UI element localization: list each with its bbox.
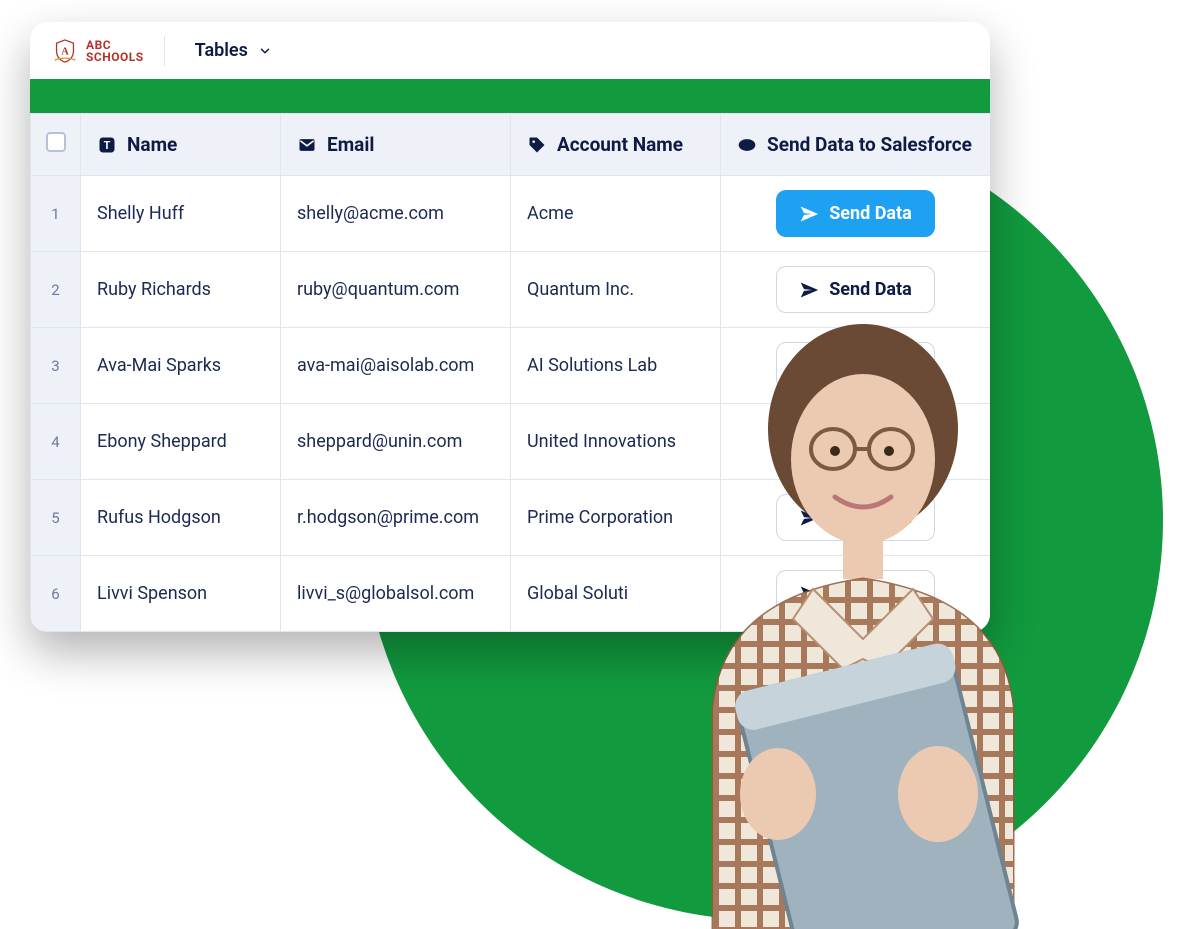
cell-email: r.hodgson@prime.com (281, 480, 511, 556)
cell-name: Ava-Mai Sparks (81, 328, 281, 404)
chevron-down-icon (258, 44, 272, 58)
cell-email: livvi_s@globalsol.com (281, 556, 511, 632)
row-number: 5 (31, 480, 81, 556)
select-all-header[interactable] (31, 114, 81, 176)
send-data-button[interactable]: Send Data (776, 342, 935, 389)
cell-account: Acme (511, 176, 721, 252)
cell-account: United Innovations (511, 404, 721, 480)
send-icon (799, 508, 819, 528)
cell-name: Ruby Richards (81, 252, 281, 328)
send-icon (799, 584, 819, 604)
data-table: T Name Email (30, 113, 990, 632)
email-icon (297, 135, 317, 155)
titlebar: A ABC SCHOOLS Tables (30, 22, 990, 79)
send-data-button[interactable]: Send Data (776, 570, 935, 617)
table-row[interactable]: 2Ruby Richardsruby@quantum.comQuantum In… (31, 252, 991, 328)
send-data-label: Send Data (829, 583, 912, 604)
cell-action: Send Data (721, 480, 991, 556)
brand-line2: SCHOOLS (86, 51, 144, 63)
row-number: 6 (31, 556, 81, 632)
send-data-button[interactable]: Send Data (776, 190, 935, 237)
send-data-button[interactable]: Send Data (776, 418, 935, 465)
cell-account: Quantum Inc. (511, 252, 721, 328)
cell-email: ruby@quantum.com (281, 252, 511, 328)
cell-email: shelly@acme.com (281, 176, 511, 252)
cell-email: ava-mai@aisolab.com (281, 328, 511, 404)
accent-strip (30, 79, 990, 113)
cell-name: Livvi Spenson (81, 556, 281, 632)
table-row[interactable]: 1Shelly Huffshelly@acme.comAcme Send Data (31, 176, 991, 252)
table-header-row: T Name Email (31, 114, 991, 176)
cell-name: Shelly Huff (81, 176, 281, 252)
divider (164, 36, 165, 66)
col-name[interactable]: T Name (81, 114, 281, 176)
cell-action: Send Data (721, 252, 991, 328)
svg-text:A: A (61, 46, 69, 57)
cell-action: Send Data (721, 556, 991, 632)
row-number: 1 (31, 176, 81, 252)
col-name-label: Name (127, 133, 177, 156)
send-data-button[interactable]: Send Data (776, 266, 935, 313)
svg-text:T: T (104, 139, 111, 152)
col-email[interactable]: Email (281, 114, 511, 176)
nav-tables[interactable]: Tables (185, 34, 282, 67)
col-email-label: Email (327, 133, 374, 156)
text-field-icon: T (97, 135, 117, 155)
send-icon (799, 432, 819, 452)
tag-icon (527, 135, 547, 155)
row-number: 4 (31, 404, 81, 480)
send-data-button[interactable]: Send Data (776, 494, 935, 541)
brand-logo: A ABC SCHOOLS (52, 38, 144, 64)
send-data-label: Send Data (829, 279, 912, 300)
col-action[interactable]: Send Data to Salesforce (721, 114, 991, 176)
send-icon (799, 280, 819, 300)
cell-name: Rufus Hodgson (81, 480, 281, 556)
cell-email: sheppard@unin.com (281, 404, 511, 480)
select-all-checkbox[interactable] (46, 132, 66, 152)
col-account-label: Account Name (557, 133, 683, 156)
table-row[interactable]: 4Ebony Sheppardsheppard@unin.comUnited I… (31, 404, 991, 480)
send-data-label: Send Data (829, 203, 912, 224)
nav-tables-label: Tables (195, 40, 248, 61)
brand-line1: ABC (86, 39, 144, 51)
cell-action: Send Data (721, 328, 991, 404)
cell-name: Ebony Sheppard (81, 404, 281, 480)
col-action-label: Send Data to Salesforce (767, 133, 972, 156)
table-row[interactable]: 6Livvi Spensonlivvi_s@globalsol.comGloba… (31, 556, 991, 632)
send-icon (799, 356, 819, 376)
cell-account: Global Soluti (511, 556, 721, 632)
row-number: 3 (31, 328, 81, 404)
table-row[interactable]: 5Rufus Hodgsonr.hodgson@prime.comPrime C… (31, 480, 991, 556)
col-account[interactable]: Account Name (511, 114, 721, 176)
send-data-label: Send Data (829, 507, 912, 528)
send-data-label: Send Data (829, 355, 912, 376)
cell-account: AI Solutions Lab (511, 328, 721, 404)
cell-action: Send Data (721, 176, 991, 252)
row-number: 2 (31, 252, 81, 328)
send-icon (799, 204, 819, 224)
cell-action: Send Data (721, 404, 991, 480)
salesforce-cloud-icon (737, 135, 757, 155)
send-data-label: Send Data (829, 431, 912, 452)
logo-shield-icon: A (52, 38, 78, 64)
app-window: A ABC SCHOOLS Tables (30, 22, 990, 632)
cell-account: Prime Corporation (511, 480, 721, 556)
table-row[interactable]: 3Ava-Mai Sparksava-mai@aisolab.comAI Sol… (31, 328, 991, 404)
